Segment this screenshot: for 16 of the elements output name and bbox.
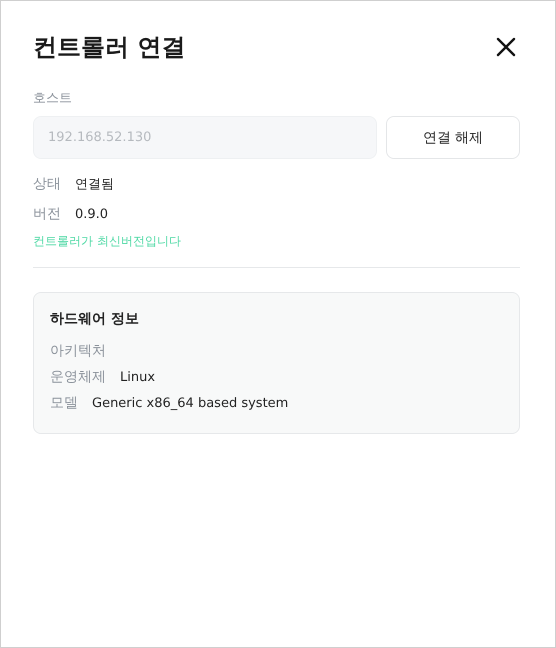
disconnect-button[interactable]: 연결 해제 [386,116,520,159]
detail-label: 상태 [33,175,61,193]
hardware-label: 모델 [50,394,78,412]
detail-label: 버전 [33,205,61,223]
detail-value: 0.9.0 [75,206,108,222]
hardware-value: Generic x86_64 based system [92,396,288,410]
dialog-title: 컨트롤러 연결 [33,32,186,63]
hardware-value: Linux [120,370,156,384]
hardware-label: 운영체제 [50,368,106,386]
update-status-message: 컨트롤러가 최신버전입니다 [33,233,182,250]
detail-value: 연결됨 [75,176,114,193]
hardware-label: 아키텍처 [50,342,106,360]
card-title: 하드웨어 정보 [50,310,140,328]
close-button[interactable] [495,36,517,58]
close-icon [495,36,517,58]
host-label: 호스트 [33,90,73,107]
